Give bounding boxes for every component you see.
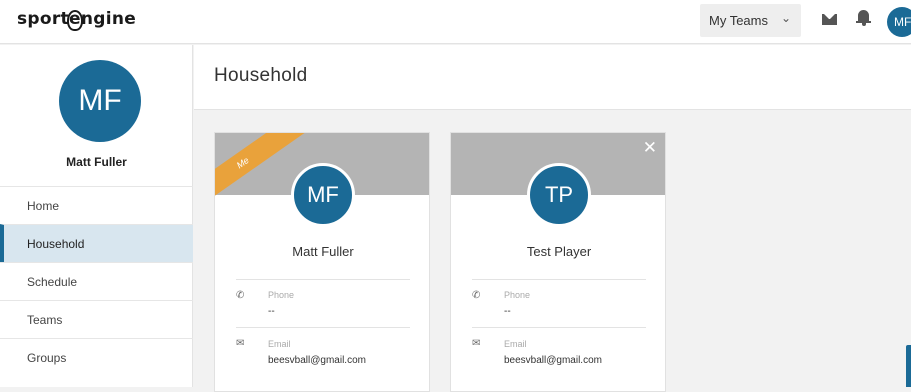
envelope-icon: ✉ [236,338,245,349]
sidebar-item-schedule[interactable]: Schedule [0,262,193,300]
close-icon[interactable]: ✕ [643,138,657,158]
phone-label: Phone [268,290,295,300]
divider [236,279,410,280]
logo-e-mark: e [67,9,83,31]
email-value: beesvball@gmail.com [504,355,602,366]
profile-avatar: MF [59,60,141,142]
email-label: Email [268,339,291,349]
divider [236,327,410,328]
user-avatar[interactable]: MF [887,7,911,37]
sportsengine-logo[interactable]: sportengine [17,9,137,31]
sidebar-item-household[interactable]: Household [0,224,193,262]
sidebar-item-label: Groups [27,351,67,365]
phone-value: -- [504,306,511,317]
sidebar: MF Matt Fuller Home Household Schedule T… [0,45,193,387]
my-teams-label: My Teams [709,13,768,28]
sidebar-item-label: Household [27,237,85,251]
phone-value: -- [268,306,275,317]
sidebar-item-home[interactable]: Home [0,186,193,224]
sidebar-item-teams[interactable]: Teams [0,300,193,338]
member-name: Test Player [526,244,592,259]
phone-icon: ✆ [472,290,481,301]
member-card-test-player[interactable]: ✕ TP Test Player ✆ Phone -- ✉ Email bees… [450,132,666,392]
sidebar-item-label: Teams [27,313,63,327]
member-avatar: MF [291,163,355,227]
logo-text-right: ngine [80,9,137,29]
member-name: Matt Fuller [292,244,354,259]
feedback-tab[interactable] [906,345,911,387]
page-title: Household [214,65,308,86]
sidebar-item-label: Home [27,199,60,213]
sidebar-item-groups[interactable]: Groups [0,338,193,376]
divider [472,327,646,328]
top-bar: sportengine My Teams ⌄ MF [0,0,911,44]
sidebar-nav: Home Household Schedule Teams Groups [0,186,193,376]
phone-icon: ✆ [236,290,245,301]
email-value: beesvball@gmail.com [268,355,366,366]
mail-icon[interactable] [822,13,837,25]
chevron-down-icon: ⌄ [780,11,791,25]
phone-label: Phone [504,290,531,300]
divider [472,279,646,280]
sidebar-item-label: Schedule [27,275,78,289]
page-header: Household [194,45,911,110]
envelope-icon: ✉ [472,338,481,349]
member-avatar: TP [527,163,591,227]
my-teams-dropdown[interactable]: My Teams ⌄ [700,4,801,37]
logo-text-left: sport [17,9,69,29]
bell-icon[interactable] [856,10,871,26]
email-label: Email [504,339,527,349]
member-card-matt-fuller[interactable]: Me MF Matt Fuller ✆ Phone -- ✉ Email bee… [214,132,430,392]
profile-name: Matt Fuller [66,155,127,169]
